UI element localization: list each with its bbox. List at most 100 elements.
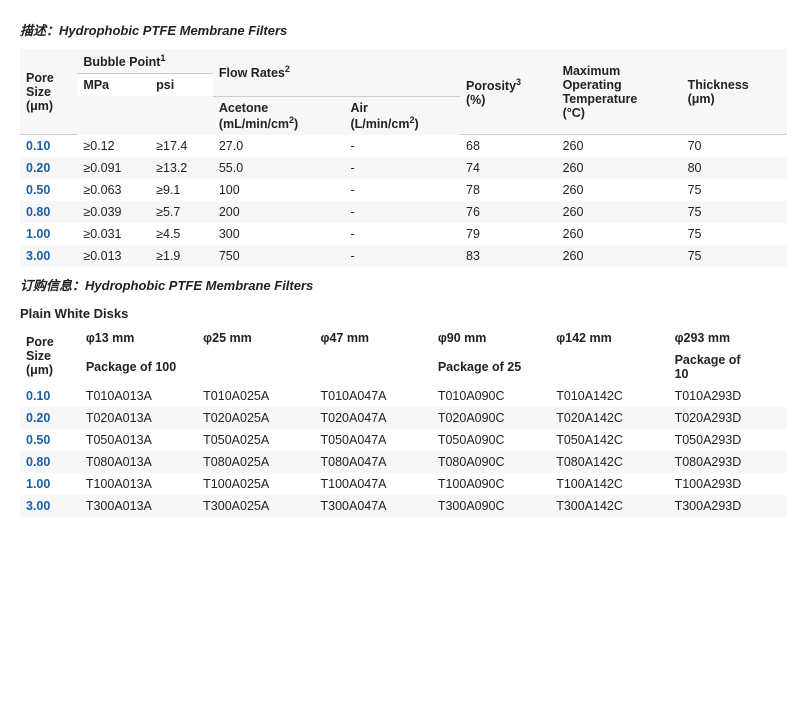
order-cell: T300A090C xyxy=(432,495,550,517)
order-cell: T300A142C xyxy=(550,495,668,517)
order-row: 0.20T020A013AT020A025AT020A047AT020A090C… xyxy=(20,407,787,429)
order-cell: 0.20 xyxy=(20,407,80,429)
order-cell: T050A013A xyxy=(80,429,197,451)
props-cell: 75 xyxy=(682,223,787,245)
order-cell: T020A013A xyxy=(80,407,197,429)
order-cell: T100A047A xyxy=(315,473,432,495)
props-cell: ≥1.9 xyxy=(150,245,213,267)
props-cell: 100 xyxy=(213,179,345,201)
props-cell: ≥0.031 xyxy=(77,223,150,245)
order-cell: T300A025A xyxy=(197,495,314,517)
pkg10-header: Package of10 xyxy=(669,349,787,385)
props-cell: ≥0.063 xyxy=(77,179,150,201)
mpa-header: MPa xyxy=(77,74,150,97)
props-cell: 260 xyxy=(557,201,682,223)
order-cell: T020A090C xyxy=(432,407,550,429)
description-value: Hydrophobic PTFE Membrane Filters xyxy=(59,23,287,38)
props-cell: 68 xyxy=(460,135,557,158)
order-cell: T050A142C xyxy=(550,429,668,451)
order-row: 0.80T080A013AT080A025AT080A047AT080A090C… xyxy=(20,451,787,473)
props-cell: 260 xyxy=(557,157,682,179)
props-cell: 79 xyxy=(460,223,557,245)
props-cell: 750 xyxy=(213,245,345,267)
order-cell: T020A142C xyxy=(550,407,668,429)
order-row: 0.50T050A013AT050A025AT050A047AT050A090C… xyxy=(20,429,787,451)
order-cell: T080A013A xyxy=(80,451,197,473)
props-cell: - xyxy=(344,201,460,223)
order-cell: T020A047A xyxy=(315,407,432,429)
order-cell: T100A025A xyxy=(197,473,314,495)
props-cell: ≥0.12 xyxy=(77,135,150,158)
phi47-header: φ47 mm xyxy=(315,327,432,349)
description-line: 描述：Hydrophobic PTFE Membrane Filters xyxy=(20,20,787,39)
props-cell: - xyxy=(344,157,460,179)
props-cell: 75 xyxy=(682,245,787,267)
order-cell: T010A293D xyxy=(669,385,787,407)
props-cell: 260 xyxy=(557,135,682,158)
props-cell: ≥5.7 xyxy=(150,201,213,223)
order-cell: T020A025A xyxy=(197,407,314,429)
acetone-header: Acetone(mL/min/cm2) xyxy=(213,96,345,135)
order-info-value: Hydrophobic PTFE Membrane Filters xyxy=(85,278,313,293)
props-row: 0.10≥0.12≥17.427.0-6826070 xyxy=(20,135,787,158)
props-cell: 83 xyxy=(460,245,557,267)
order-cell: T010A090C xyxy=(432,385,550,407)
order-cell: T050A047A xyxy=(315,429,432,451)
order-cell: 0.80 xyxy=(20,451,80,473)
props-cell: 75 xyxy=(682,201,787,223)
order-cell: T300A013A xyxy=(80,495,197,517)
props-cell: ≥9.1 xyxy=(150,179,213,201)
order-cell: T100A090C xyxy=(432,473,550,495)
phi293-header: φ293 mm xyxy=(669,327,787,349)
order-cell: T050A090C xyxy=(432,429,550,451)
props-cell: ≥0.091 xyxy=(77,157,150,179)
props-cell: ≥0.013 xyxy=(77,245,150,267)
props-cell: 55.0 xyxy=(213,157,345,179)
phi142-header: φ142 mm xyxy=(550,327,668,349)
props-cell: 78 xyxy=(460,179,557,201)
mpa-header2 xyxy=(77,96,150,135)
props-cell: 260 xyxy=(557,179,682,201)
props-cell: - xyxy=(344,245,460,267)
bubble-point-header: Bubble Point1 xyxy=(77,49,213,74)
order-table: PoreSize(μm) φ13 mm φ25 mm φ47 mm φ90 mm… xyxy=(20,327,787,517)
props-cell: 75 xyxy=(682,179,787,201)
pkg100-header: Package of 100 xyxy=(80,349,432,385)
order-cell: T100A293D xyxy=(669,473,787,495)
order-cell: T100A142C xyxy=(550,473,668,495)
order-cell: T080A047A xyxy=(315,451,432,473)
phi25-header: φ25 mm xyxy=(197,327,314,349)
props-cell: 76 xyxy=(460,201,557,223)
order-row: 1.00T100A013AT100A025AT100A047AT100A090C… xyxy=(20,473,787,495)
props-row: 0.50≥0.063≥9.1100-7826075 xyxy=(20,179,787,201)
props-cell: 74 xyxy=(460,157,557,179)
order-cell: 3.00 xyxy=(20,495,80,517)
props-cell: 80 xyxy=(682,157,787,179)
properties-table: PoreSize(μm) Bubble Point1 Flow Rates2 P… xyxy=(20,49,787,267)
order-cell: T010A025A xyxy=(197,385,314,407)
order-pore-size-header: PoreSize(μm) xyxy=(20,327,80,385)
phi13-header: φ13 mm xyxy=(80,327,197,349)
props-cell: 70 xyxy=(682,135,787,158)
order-cell: T010A142C xyxy=(550,385,668,407)
order-cell: 0.50 xyxy=(20,429,80,451)
air-header: Air(L/min/cm2) xyxy=(344,96,460,135)
pore-size-header: PoreSize(μm) xyxy=(20,49,77,135)
order-cell: T300A293D xyxy=(669,495,787,517)
order-cell: 1.00 xyxy=(20,473,80,495)
props-cell: ≥0.039 xyxy=(77,201,150,223)
order-info-line: 订购信息：Hydrophobic PTFE Membrane Filters xyxy=(20,275,787,294)
order-cell: T080A025A xyxy=(197,451,314,473)
order-row: 3.00T300A013AT300A025AT300A047AT300A090C… xyxy=(20,495,787,517)
order-cell: T050A293D xyxy=(669,429,787,451)
props-cell: 1.00 xyxy=(20,223,77,245)
props-cell: ≥17.4 xyxy=(150,135,213,158)
props-cell: 3.00 xyxy=(20,245,77,267)
phi90-header: φ90 mm xyxy=(432,327,550,349)
props-cell: ≥13.2 xyxy=(150,157,213,179)
order-subsection-title: Plain White Disks xyxy=(20,306,787,321)
order-cell: T080A142C xyxy=(550,451,668,473)
description-label: 描述： xyxy=(20,23,59,38)
props-cell: 300 xyxy=(213,223,345,245)
props-cell: 260 xyxy=(557,223,682,245)
